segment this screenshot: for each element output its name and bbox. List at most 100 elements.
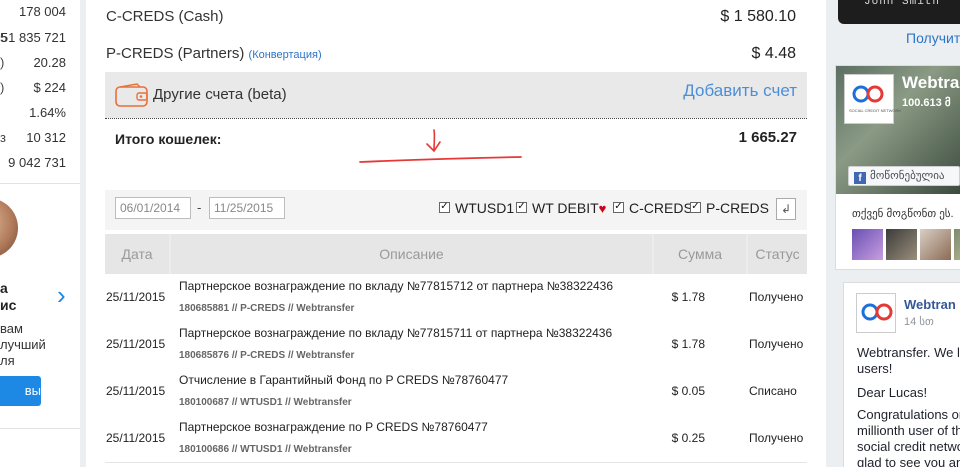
conversion-link[interactable]: (Конвертация): [249, 49, 322, 61]
row-status: Получено: [749, 431, 804, 445]
row-description: Партнерское вознаграждение по вкладу №77…: [179, 279, 614, 293]
checkbox-p-creds[interactable]: ✓: [690, 202, 701, 213]
table-row: 25/11/2015 Партнерское вознаграждение по…: [105, 321, 807, 369]
webtransfer-logo: SOCIAL CREDIT NETWORK: [844, 74, 901, 124]
row-subtext: 180100686 // WTUSD1 // Webtransfer: [179, 444, 352, 455]
filter-bar: - ✓ WTUSD1 ✓ WT DEBIT♥ ✓ C-CREDS ✓ P-CRE…: [105, 190, 807, 230]
date-from-input[interactable]: [115, 197, 191, 219]
get-card-link[interactable]: Получит: [906, 30, 960, 46]
friend-avatar[interactable]: [886, 229, 917, 260]
avatar: [0, 198, 18, 258]
promo-text: ля: [0, 353, 15, 368]
row-sum: $ 0.25: [671, 431, 705, 445]
promo-name: а: [0, 280, 8, 296]
table-row: 25/11/2015 Партнерское вознаграждение по…: [105, 415, 807, 463]
add-account-link[interactable]: Добавить счет: [683, 81, 797, 101]
post-text-line: social credit netwo: [857, 439, 960, 454]
account-amount: $ 1 580.10: [720, 8, 796, 25]
column-header-status: Статус: [748, 234, 807, 274]
stat-value: 20.28: [33, 55, 66, 70]
date-to-input[interactable]: [209, 197, 285, 219]
post-text-line: Dear Lucas!: [857, 385, 928, 400]
date-separator: -: [197, 200, 202, 215]
post-time[interactable]: 14 სთ: [904, 315, 934, 328]
row-description: Отчисление в Гарантийный Фонд по P CREDS…: [179, 373, 509, 387]
checkbox-c-creds[interactable]: ✓: [613, 202, 624, 213]
row-subtext: 180685881 // P-CREDS // Webtransfer: [179, 303, 355, 314]
checkbox-label: C-CREDS: [629, 200, 693, 216]
friend-avatar[interactable]: [852, 229, 883, 260]
post-author-logo: [856, 293, 896, 333]
post-text-line: Webtransfer. We l: [857, 345, 960, 360]
right-sidebar: John Smith Получит SOCIAL CREDIT NETWORK…: [835, 0, 960, 467]
column-header-sum: Сумма: [654, 234, 746, 274]
friend-avatar[interactable]: [954, 229, 960, 260]
row-date: 25/11/2015: [106, 337, 166, 351]
checkbox-label: WTUSD1: [455, 200, 515, 216]
account-name: P-CREDS (Partners): [106, 45, 245, 62]
facebook-cover-image: SOCIAL CREDIT NETWORK Webtrans 100.613 მ…: [836, 66, 960, 194]
facebook-like-button[interactable]: f მოწონებულია: [848, 166, 960, 186]
row-sum: $ 1.78: [671, 337, 705, 351]
facebook-page-title[interactable]: Webtrans: [902, 73, 960, 93]
row-sum: $ 1.78: [671, 290, 705, 304]
row-status: Списано: [749, 384, 797, 398]
total-amount: 1 665.27: [738, 129, 797, 146]
stat-value: 51 835 721: [0, 30, 66, 45]
account-name: C-CREDS (Cash): [106, 8, 224, 25]
post-text-line: users!: [857, 361, 893, 376]
stat-row: ) $ 224: [0, 80, 80, 104]
row-description: Партнерское вознаграждение по вкладу №77…: [179, 326, 613, 340]
row-subtext: 180685876 // P-CREDS // Webtransfer: [179, 350, 355, 361]
stat-row: ) 20.28: [0, 55, 80, 79]
card-preview: John Smith: [838, 0, 960, 24]
stat-value: 10 312: [26, 130, 66, 145]
chevron-right-icon[interactable]: ›: [57, 282, 71, 308]
other-accounts-bar: Другие счета (beta) Добавить счет: [105, 72, 807, 118]
stat-row: 9 042 731: [0, 155, 80, 179]
export-icon[interactable]: ↲: [776, 198, 796, 220]
row-description: Партнерское вознаграждение по P CREDS №7…: [179, 420, 488, 434]
like-button-label: მოწონებულია: [870, 170, 945, 182]
promo-button[interactable]: вы: [0, 376, 41, 406]
checkbox-label-text: WT DEBIT: [532, 200, 599, 216]
promo-name: ис: [0, 297, 17, 313]
facebook-icon: f: [854, 172, 866, 184]
post-author[interactable]: Webtran: [904, 297, 956, 312]
logo-infinity-icon: [861, 303, 893, 321]
checkbox-wtusd1[interactable]: ✓: [439, 202, 450, 213]
stat-value: 1.64%: [29, 105, 66, 120]
row-sum: $ 0.05: [671, 384, 705, 398]
row-date: 25/11/2015: [106, 290, 166, 304]
promo-text: вам: [0, 321, 23, 336]
stat-value: 9 042 731: [8, 155, 66, 170]
stat-label: ): [0, 55, 5, 70]
wallet-panel: C-CREDS (Cash) $ 1 580.10 P-CREDS (Partn…: [86, 0, 826, 467]
row-status: Получено: [749, 337, 804, 351]
left-sidebar: 178 004 5 51 835 721 ) 20.28 ) $ 224 1.64% …: [0, 0, 80, 467]
table-row: 25/11/2015 Партнерское вознаграждение по…: [105, 274, 807, 322]
card-holder-name: John Smith: [864, 0, 941, 8]
stat-row: 5 51 835 721: [0, 30, 80, 54]
friend-avatar[interactable]: [920, 229, 951, 260]
stat-row: 1.64%: [0, 105, 80, 129]
row-date: 25/11/2015: [106, 431, 166, 445]
red-annotation-arrow: [359, 129, 522, 163]
table-row: 25/11/2015 Отчисление в Гарантийный Фонд…: [105, 368, 807, 416]
account-row-c-creds: C-CREDS (Cash) $ 1 580.10: [106, 8, 806, 25]
stat-value: 178 004: [19, 4, 66, 19]
friends-like-text: თქვენ მოგწონთ ეს.: [852, 208, 954, 220]
account-row-p-creds: P-CREDS (Partners) (Конвертация) $ 4.48: [106, 45, 806, 62]
promo-text: лучший: [0, 337, 46, 352]
checkbox-wt-debit[interactable]: ✓: [516, 202, 527, 213]
facebook-post: Webtran 14 სთ Webtransfer. We l users! D…: [843, 282, 960, 467]
stat-label: з: [0, 130, 6, 145]
column-header-date: Дата: [105, 234, 169, 274]
stat-value: $ 224: [33, 80, 66, 95]
checkbox-label: WT DEBIT♥: [532, 200, 606, 216]
promo-card: а ис вам лучший ля › вы: [0, 183, 80, 429]
row-date: 25/11/2015: [106, 384, 166, 398]
logo-infinity-icon: [852, 85, 884, 103]
heart-icon: ♥: [598, 201, 607, 216]
post-text-line: glad to see you an: [857, 455, 960, 467]
